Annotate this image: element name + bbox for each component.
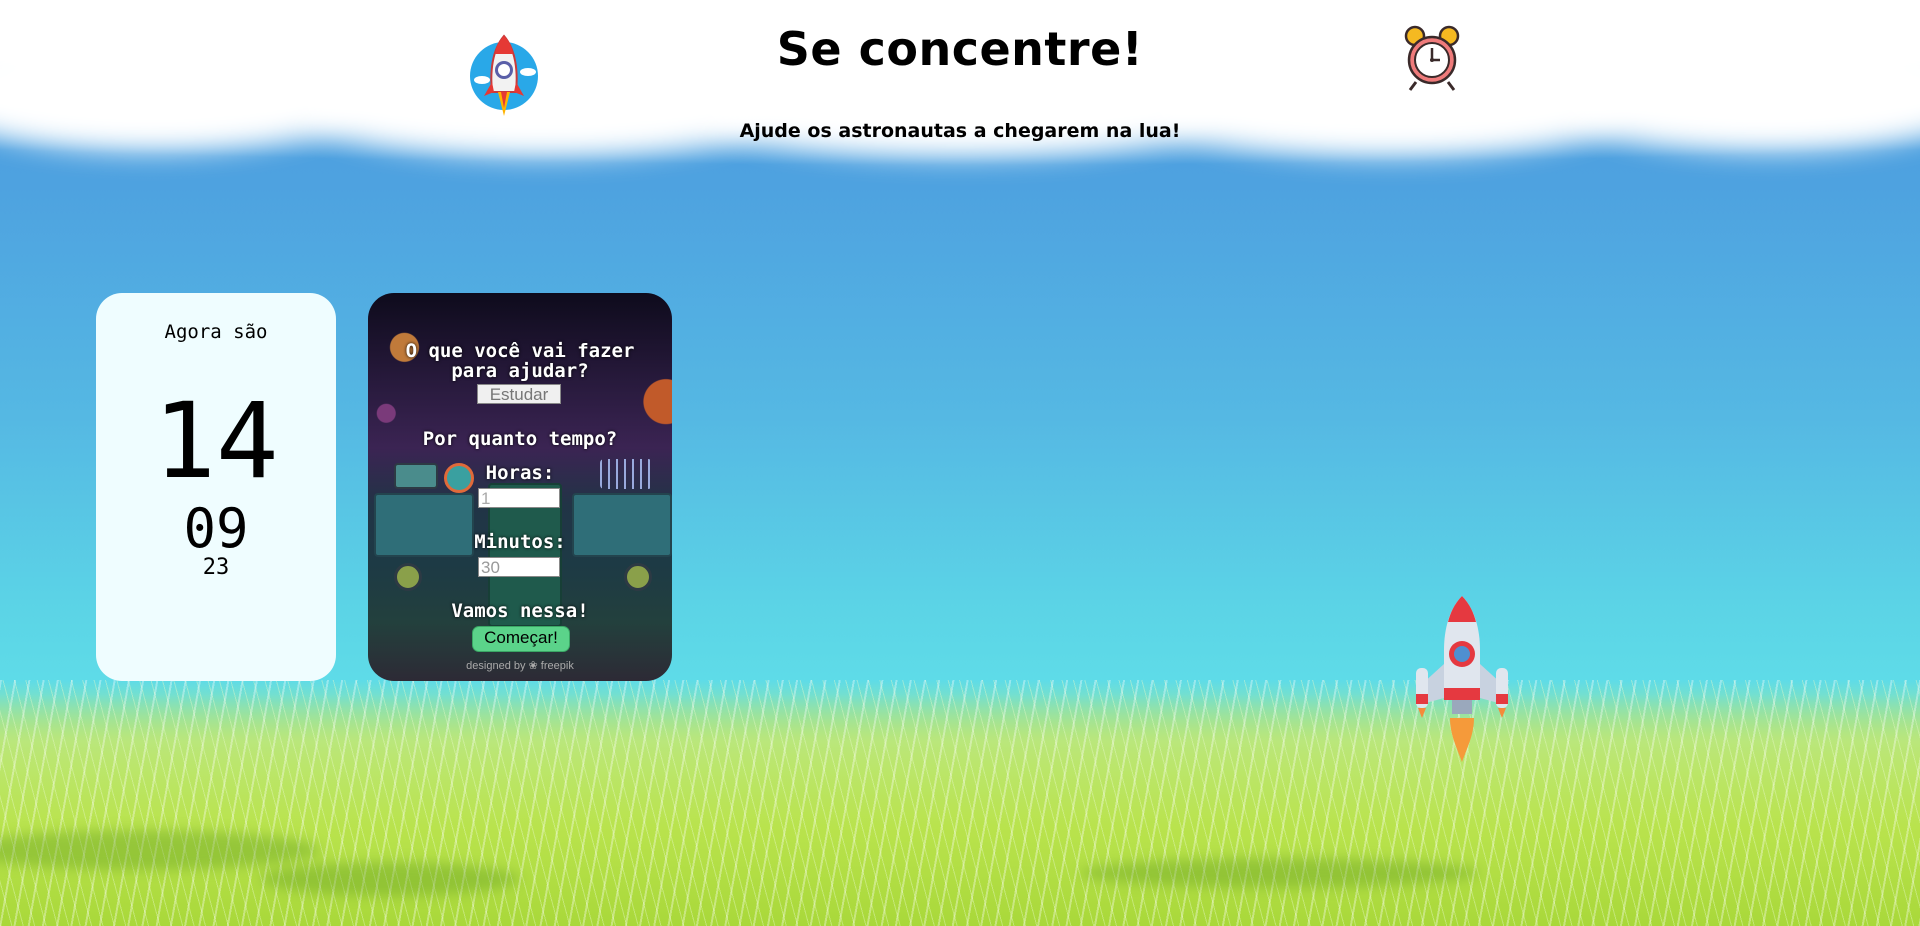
minutes-label: Minutos:	[474, 531, 566, 553]
cta-text: Vamos nessa!	[451, 600, 589, 622]
minutes-input[interactable]: 30	[478, 557, 560, 577]
duration-question: Por quanto tempo?	[422, 428, 618, 450]
clock-seconds: 23	[202, 555, 230, 580]
task-question: O que você vai fazer para ajudar?	[405, 340, 635, 382]
hours-input[interactable]: 1	[478, 488, 560, 508]
grass-field	[0, 680, 1920, 926]
focus-form-card: O que você vai fazer para ajudar? Estuda…	[368, 293, 672, 681]
start-button[interactable]: Começar!	[472, 626, 570, 652]
alarm-clock-icon	[1404, 25, 1460, 91]
rocket-icon	[1416, 596, 1508, 762]
clock-minutes: 09	[183, 497, 249, 560]
clock-hours: 14	[153, 380, 279, 502]
clock-label: Agora são	[164, 321, 268, 343]
freepik-credit: designed by ❀ freepik	[466, 660, 574, 672]
page-title: Se concentre!	[776, 22, 1144, 76]
cockpit-knob	[624, 563, 652, 591]
task-input[interactable]: Estudar	[477, 384, 561, 404]
clock-card: Agora são 14 09 23	[96, 293, 336, 681]
hours-label: Horas:	[485, 462, 555, 484]
page-subtitle: Ajude os astronautas a chegarem na lua!	[739, 120, 1181, 142]
cockpit-knob	[394, 563, 422, 591]
